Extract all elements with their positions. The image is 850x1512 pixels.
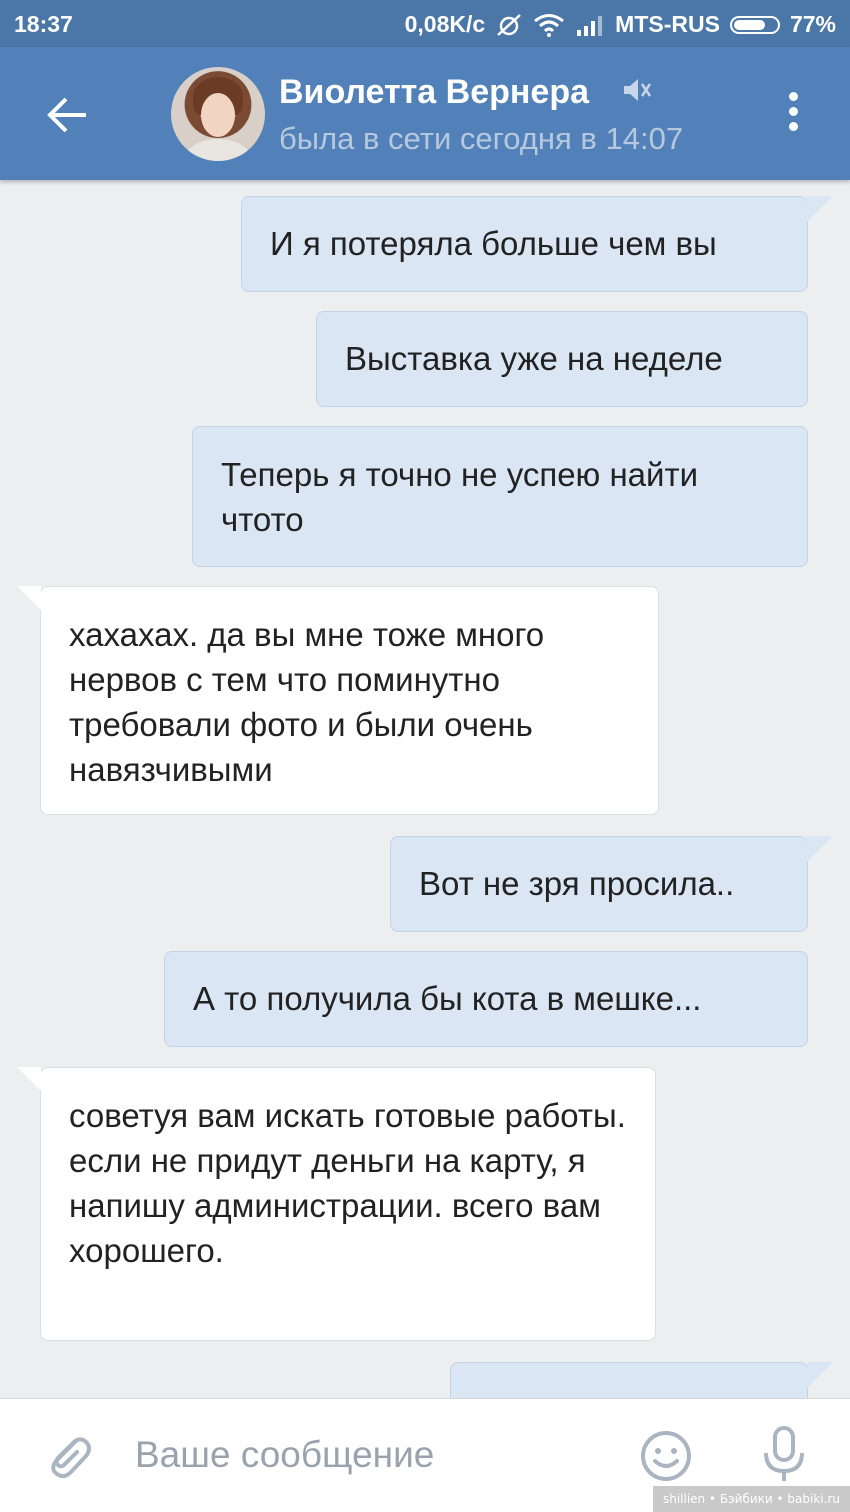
battery-percent: 77% [789, 11, 836, 37]
signal-icon [575, 14, 605, 36]
microphone-icon[interactable] [760, 1425, 808, 1490]
message-outgoing[interactable]: И я потеряла больше чем вы [241, 196, 833, 292]
message-outgoing[interactable] [450, 1362, 833, 1398]
network-speed: 0,08K/c [404, 11, 486, 37]
status-right: 0,08K/c MTS-RUS 77% [405, 11, 836, 38]
message-outgoing[interactable]: Вот не зря просила.. [390, 836, 833, 932]
message-list[interactable]: И я потеряла больше чем вы Выставка уже … [0, 180, 850, 1398]
chat-header: Виолетта Вернера была в сети сегодня в 1… [0, 47, 850, 180]
watermark: shillien • Бэйбики • babiki.ru [652, 1486, 850, 1512]
message-text: Выставка уже на неделе [345, 340, 723, 377]
alarm-off-icon [495, 13, 523, 37]
battery-icon [729, 15, 780, 34]
arrow-left-icon[interactable] [40, 87, 96, 143]
paperclip-icon[interactable] [40, 1427, 96, 1488]
contact-last-seen: была в сети сегодня в 14:07 [279, 121, 684, 156]
message-text: хахахах. да вы мне тоже много нервов с т… [69, 616, 545, 788]
message-text: Вот не зря просила.. [419, 865, 735, 902]
message-text: советуя вам искать готовые работы. если … [69, 1097, 626, 1269]
status-bar: 18:37 0,08K/c MTS-RUS 77% [0, 0, 850, 47]
message-outgoing[interactable]: Выставка уже на неделе [316, 311, 808, 407]
message-composer: shillien • Бэйбики • babiki.ru [0, 1398, 850, 1512]
more-vertical-icon[interactable] [780, 92, 806, 136]
mute-icon [620, 75, 652, 110]
message-text: И я потеряла больше чем вы [270, 225, 717, 262]
smile-icon[interactable] [639, 1429, 693, 1488]
message-incoming[interactable]: советуя вам искать готовые работы. если … [17, 1067, 656, 1341]
message-input[interactable] [135, 1429, 615, 1481]
contact-name[interactable]: Виолетта Вернера [279, 73, 589, 112]
avatar[interactable] [171, 67, 265, 161]
status-time: 18:37 [14, 11, 73, 37]
message-text: Теперь я точно не успею найти чтото [221, 456, 699, 538]
wifi-icon [533, 13, 565, 37]
carrier-name: MTS-RUS [615, 11, 720, 37]
message-outgoing[interactable]: А то получила бы кота в мешке... [164, 951, 808, 1047]
message-outgoing[interactable]: Теперь я точно не успею найти чтото [192, 426, 808, 567]
message-incoming[interactable]: хахахах. да вы мне тоже много нервов с т… [17, 586, 659, 815]
message-text: А то получила бы кота в мешке... [193, 980, 702, 1017]
